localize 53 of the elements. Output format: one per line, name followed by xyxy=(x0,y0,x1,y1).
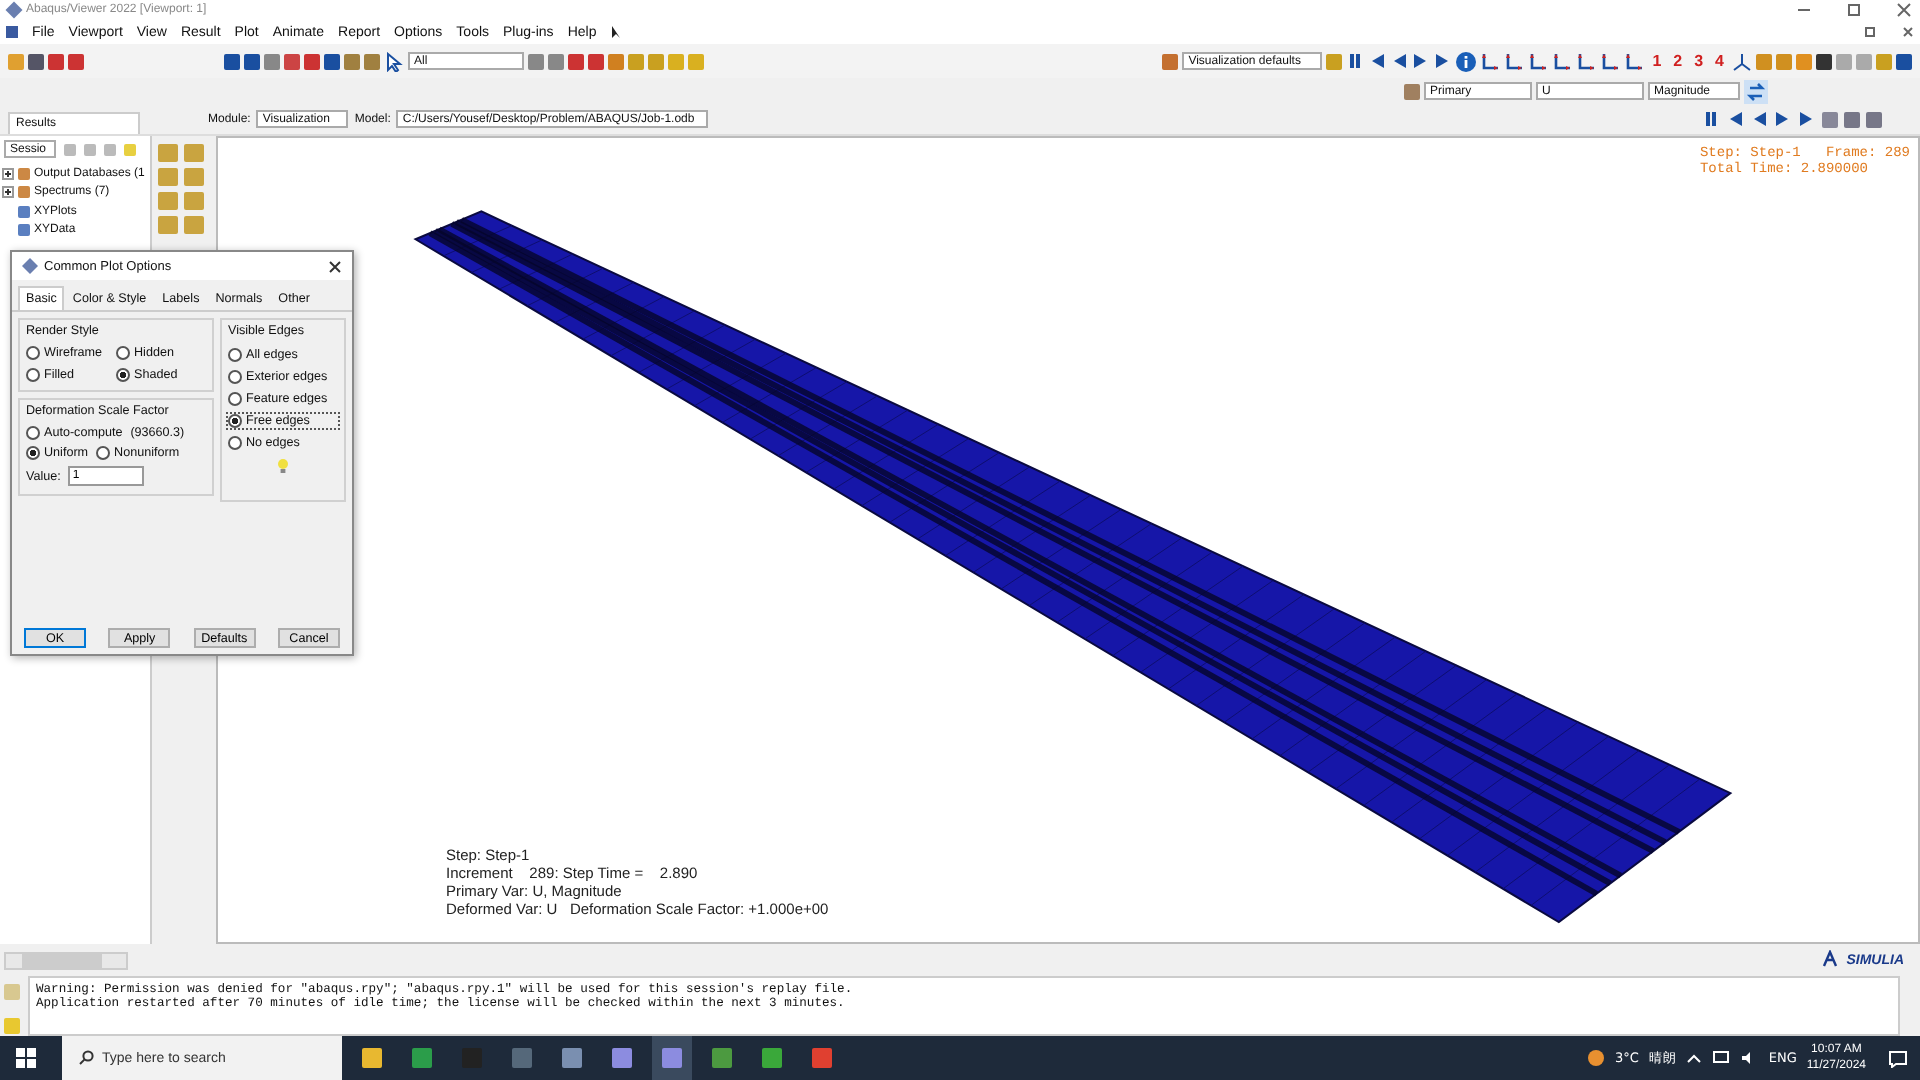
view-x-icon[interactable] xyxy=(1480,51,1501,71)
radio-icon[interactable] xyxy=(116,346,130,360)
horizontal-scrollbar[interactable] xyxy=(4,951,128,969)
view-y-icon[interactable] xyxy=(1504,51,1525,71)
radio-icon[interactable] xyxy=(116,368,130,382)
close-icon[interactable] xyxy=(1902,26,1914,38)
radio-icon[interactable] xyxy=(228,414,242,428)
pause-icon[interactable] xyxy=(1346,52,1365,70)
first-frame-icon[interactable] xyxy=(1368,52,1387,70)
saved-view-button[interactable]: 3 xyxy=(1690,52,1708,70)
info-icon[interactable] xyxy=(1456,51,1477,71)
close-icon[interactable] xyxy=(328,259,342,273)
notification-icon[interactable] xyxy=(1888,1049,1908,1067)
pause-icon[interactable] xyxy=(1702,110,1720,128)
radio-icon[interactable] xyxy=(96,446,111,460)
view-xz-icon[interactable] xyxy=(1552,51,1573,71)
search-icon xyxy=(78,1050,94,1066)
next-frame-icon[interactable] xyxy=(1774,110,1792,128)
radio-icon[interactable] xyxy=(26,446,40,460)
app-logo-icon xyxy=(5,1,23,19)
view-yz-icon[interactable] xyxy=(1576,51,1597,71)
radio-icon[interactable] xyxy=(26,426,40,440)
brand-logo-icon xyxy=(1820,950,1841,970)
view-zx-icon[interactable] xyxy=(1600,51,1621,71)
saved-view-button[interactable]: 4 xyxy=(1711,52,1728,70)
radio-icon[interactable] xyxy=(228,348,242,362)
previous-frame-icon[interactable] xyxy=(1390,52,1409,70)
first-frame-icon[interactable] xyxy=(1726,110,1744,128)
radio-icon[interactable] xyxy=(228,370,242,384)
radio-icon[interactable] xyxy=(228,392,242,406)
maximize-icon[interactable] xyxy=(1846,2,1862,18)
restore-icon[interactable] xyxy=(1864,26,1876,38)
last-frame-icon[interactable] xyxy=(1798,110,1816,128)
network-icon[interactable] xyxy=(1712,1050,1731,1066)
view-z-icon[interactable] xyxy=(1528,51,1549,71)
previous-frame-icon[interactable] xyxy=(1750,110,1768,128)
dialog-logo-icon xyxy=(22,258,38,274)
expand-icon[interactable] xyxy=(2,186,14,199)
sync-icon[interactable] xyxy=(1744,79,1768,103)
start-icon[interactable] xyxy=(16,1048,36,1068)
last-frame-icon[interactable] xyxy=(1434,52,1453,70)
next-frame-icon[interactable] xyxy=(1412,52,1431,70)
radio-icon[interactable] xyxy=(26,346,40,360)
close-icon[interactable] xyxy=(1896,2,1912,18)
saved-view-button[interactable]: 2 xyxy=(1669,52,1687,70)
radio-icon[interactable] xyxy=(228,436,242,450)
chevron-up-icon[interactable] xyxy=(1686,1052,1703,1064)
expand-icon[interactable] xyxy=(2,167,14,180)
arrow-select-icon[interactable] xyxy=(384,51,404,71)
saved-view-button[interactable]: 1 xyxy=(1648,52,1666,70)
radio-icon[interactable] xyxy=(26,368,40,382)
triad-icon[interactable] xyxy=(1624,51,1645,71)
axes-icon[interactable] xyxy=(1732,51,1752,71)
